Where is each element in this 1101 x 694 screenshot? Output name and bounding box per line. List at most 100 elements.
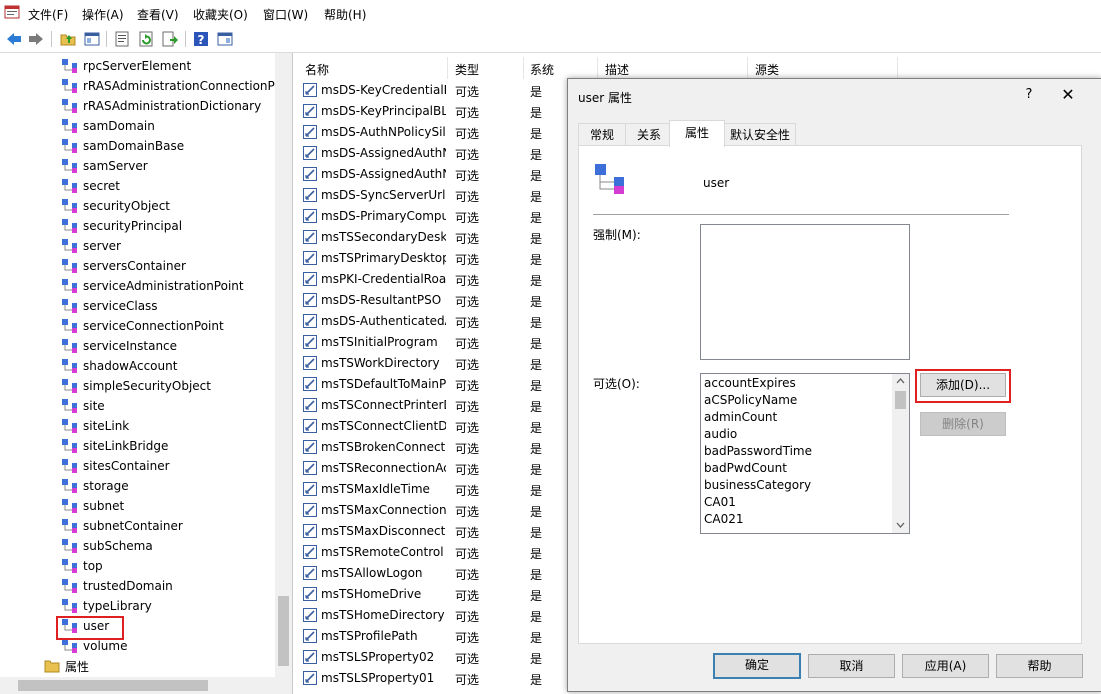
tab-relationship[interactable]: 关系 <box>625 123 673 146</box>
row-system: 是 <box>530 211 543 225</box>
tree-item-samDomain[interactable]: samDomain <box>62 116 155 136</box>
column-header-system[interactable]: 系统 <box>530 61 554 78</box>
tree-vertical-scrollbar[interactable] <box>275 53 292 677</box>
ok-button[interactable]: 确定 <box>713 653 801 679</box>
console-icon[interactable] <box>216 30 234 48</box>
tree-item-subSchema[interactable]: subSchema <box>62 536 153 556</box>
tree-item-typeLibrary[interactable]: typeLibrary <box>62 596 152 616</box>
tree-item-siteLink[interactable]: siteLink <box>62 416 129 436</box>
tree-item-simpleSecurityObject[interactable]: simpleSecurityObject <box>62 376 211 396</box>
tree-item-serviceInstance[interactable]: serviceInstance <box>62 336 177 356</box>
attribute-icon <box>303 314 317 328</box>
properties-icon[interactable] <box>113 30 131 48</box>
row-type: 可选 <box>455 85 480 99</box>
attribute-icon <box>303 671 317 685</box>
attribute-icon <box>303 377 317 391</box>
optional-list-scroll-thumb[interactable] <box>895 391 906 409</box>
menu-favorites[interactable]: 收藏夹(O) <box>193 6 248 23</box>
optional-attribute-item[interactable]: accountExpires <box>704 376 796 390</box>
mandatory-list[interactable] <box>700 224 910 360</box>
tree-item-siteLinkBridge[interactable]: siteLinkBridge <box>62 436 168 456</box>
tree-item-subnetContainer[interactable]: subnetContainer <box>62 516 183 536</box>
show-hide-tree-icon[interactable] <box>83 30 101 48</box>
dialog-close-button[interactable]: ✕ <box>1056 85 1080 105</box>
toolbar: ? <box>0 26 1101 53</box>
tab-default-security[interactable]: 默认安全性 <box>724 123 796 146</box>
forward-arrow-icon[interactable] <box>27 30 45 48</box>
tree-item-attributes-folder[interactable]: 属性 <box>44 656 89 676</box>
tree-item-label: typeLibrary <box>83 599 152 613</box>
tree-item-label: volume <box>83 639 128 653</box>
tree-item-shadowAccount[interactable]: shadowAccount <box>62 356 177 376</box>
tree-horizontal-scrollbar[interactable] <box>0 677 292 694</box>
attribute-icon <box>303 146 317 160</box>
tree-item-serviceClass[interactable]: serviceClass <box>62 296 158 316</box>
tree-item-serviceConnectionPoint[interactable]: serviceConnectionPoint <box>62 316 224 336</box>
tree-item-securityPrincipal[interactable]: securityPrincipal <box>62 216 182 236</box>
column-header-name[interactable]: 名称 <box>305 61 329 78</box>
tree-item-label: server <box>83 239 121 253</box>
menu-view[interactable]: 查看(V) <box>137 6 179 23</box>
tree-item-trustedDomain[interactable]: trustedDomain <box>62 576 173 596</box>
export-list-icon[interactable] <box>161 30 179 48</box>
scroll-down-icon[interactable] <box>892 518 909 532</box>
row-system: 是 <box>530 421 543 435</box>
optional-attribute-item[interactable]: businessCategory <box>704 478 811 492</box>
column-header-description[interactable]: 描述 <box>605 61 629 78</box>
menu-file[interactable]: 文件(F) <box>28 6 68 23</box>
column-header-type[interactable]: 类型 <box>455 61 479 78</box>
tree-item-sitesContainer[interactable]: sitesContainer <box>62 456 170 476</box>
optional-list[interactable]: accountExpires aCSPolicyName adminCount aud… <box>700 373 910 534</box>
optional-attribute-item[interactable]: badPwdCount <box>704 461 787 475</box>
tree-item-rRASAdministrationConnectionPc[interactable]: rRASAdministrationConnectionPc <box>62 76 281 96</box>
optional-attribute-item[interactable]: badPasswordTime <box>704 444 812 458</box>
optional-attribute-item[interactable]: CA01 <box>704 495 736 509</box>
cancel-button[interactable]: 取消 <box>808 654 895 678</box>
dialog-help-button[interactable]: ? <box>1019 85 1039 105</box>
column-header-source-class[interactable]: 源类 <box>755 61 779 78</box>
tree-item-label: rRASAdministrationDictionary <box>83 99 262 113</box>
tree-item-samServer[interactable]: samServer <box>62 156 148 176</box>
row-type: 可选 <box>455 610 480 624</box>
tree-item-rRASAdministrationDictionary[interactable]: rRASAdministrationDictionary <box>62 96 261 116</box>
back-arrow-icon[interactable] <box>5 30 23 48</box>
menu-window[interactable]: 窗口(W) <box>263 6 308 23</box>
optional-attribute-item[interactable]: audio <box>704 427 737 441</box>
tree-item-subnet[interactable]: subnet <box>62 496 124 516</box>
row-system: 是 <box>530 127 543 141</box>
user-properties-dialog: user 属性 ? ✕ 常规 关系 属性 默认安全性 user 强制(M): 可… <box>567 78 1101 692</box>
optional-attribute-item[interactable]: CA021 <box>704 512 744 526</box>
tab-general[interactable]: 常规 <box>578 123 626 146</box>
remove-button[interactable]: 删除(R) <box>920 412 1006 436</box>
optional-attribute-item[interactable]: adminCount <box>704 410 777 424</box>
menu-bar: 文件(F) 操作(A) 查看(V) 收藏夹(O) 窗口(W) 帮助(H) <box>0 0 1101 26</box>
tab-attributes[interactable]: 属性 <box>669 120 725 147</box>
apply-button[interactable]: 应用(A) <box>902 654 989 678</box>
tree-item-storage[interactable]: storage <box>62 476 129 496</box>
tree-item-top[interactable]: top <box>62 556 103 576</box>
tree-item-secret[interactable]: secret <box>62 176 120 196</box>
optional-list-scrollbar[interactable] <box>892 374 909 533</box>
menu-action[interactable]: 操作(A) <box>82 6 124 23</box>
optional-attribute-item[interactable]: aCSPolicyName <box>704 393 797 407</box>
scroll-up-icon[interactable] <box>892 374 909 388</box>
tree-item-samDomainBase[interactable]: samDomainBase <box>62 136 184 156</box>
tree-horizontal-scroll-thumb[interactable] <box>18 680 208 691</box>
menu-help[interactable]: 帮助(H) <box>324 6 366 23</box>
tree-item-serversContainer[interactable]: serversContainer <box>62 256 186 276</box>
up-folder-icon[interactable] <box>59 30 77 48</box>
help-icon[interactable]: ? <box>192 30 210 48</box>
tree-vertical-scroll-thumb[interactable] <box>278 596 289 666</box>
refresh-icon[interactable] <box>137 30 155 48</box>
help-button[interactable]: 帮助 <box>996 654 1083 678</box>
attribute-icon <box>303 125 317 139</box>
attribute-icon <box>303 251 317 265</box>
row-type: 可选 <box>455 379 480 393</box>
row-type: 可选 <box>455 400 480 414</box>
tree-item-server[interactable]: server <box>62 236 121 256</box>
tree-item-label: sitesContainer <box>83 459 170 473</box>
tree-item-serviceAdministrationPoint[interactable]: serviceAdministrationPoint <box>62 276 244 296</box>
tree-item-site[interactable]: site <box>62 396 105 416</box>
tree-item-rpcServerElement[interactable]: rpcServerElement <box>62 56 191 76</box>
tree-item-securityObject[interactable]: securityObject <box>62 196 170 216</box>
